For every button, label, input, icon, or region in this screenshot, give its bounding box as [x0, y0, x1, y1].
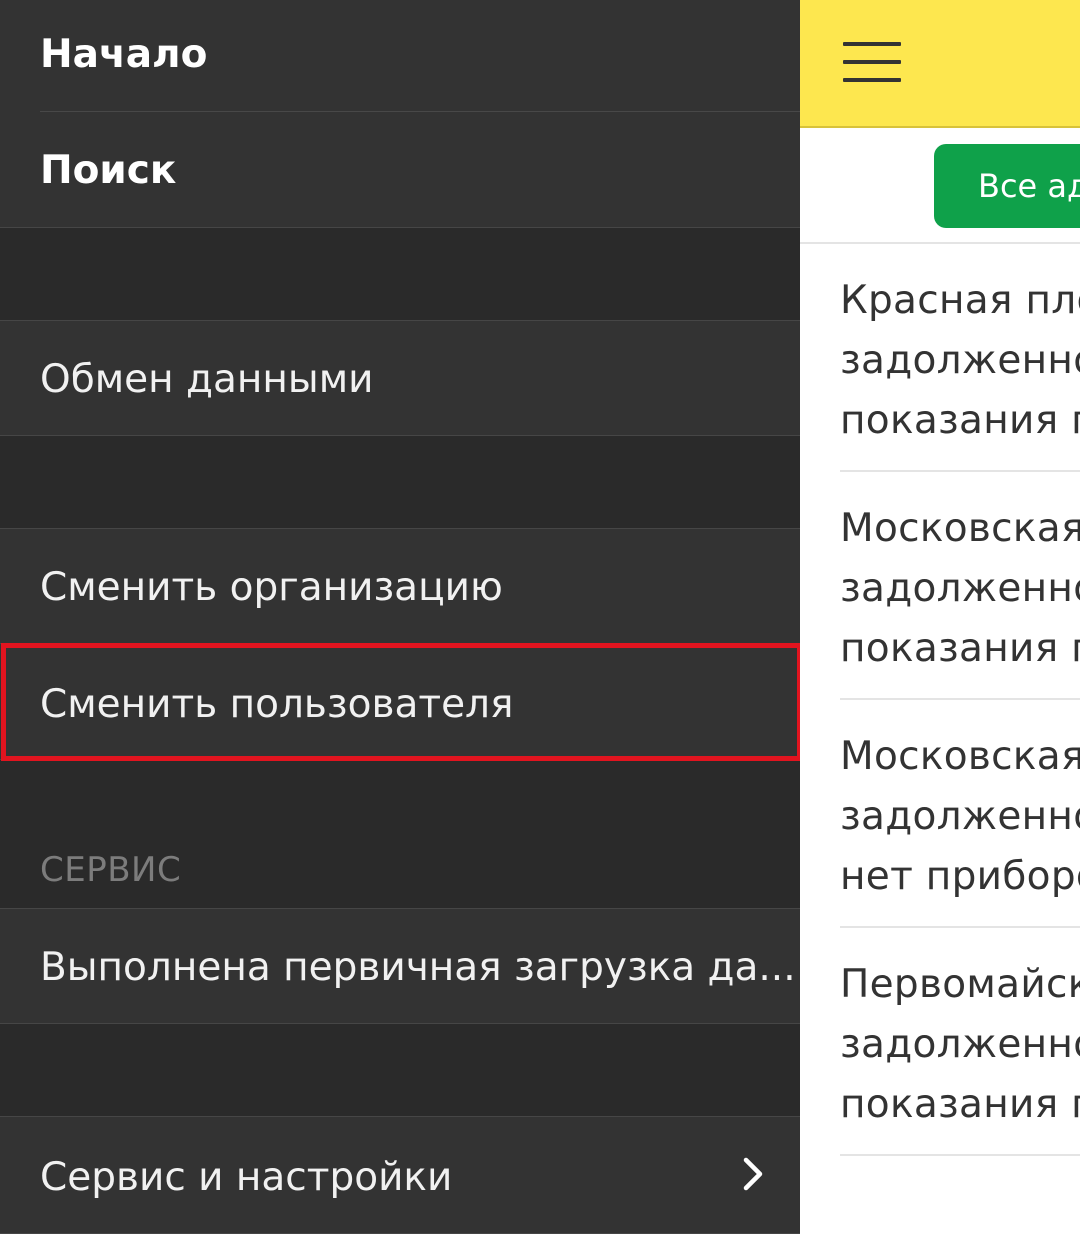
filter-bar: Все адреса [800, 128, 1080, 244]
menu-item-data-exchange[interactable]: Обмен данными [0, 320, 800, 436]
chevron-right-icon[interactable] [740, 1156, 768, 1192]
debt-line: задолженность [840, 338, 1080, 383]
top-bar [800, 0, 1080, 128]
menu-item-service-settings[interactable]: Сервис и настройки [0, 1116, 800, 1234]
spacer [0, 436, 800, 528]
spacer [0, 1024, 800, 1116]
address-line: Московская [840, 506, 1080, 551]
spacer [0, 228, 800, 320]
address-line: Московская [840, 734, 1080, 779]
address-line: Первомайская [840, 962, 1080, 1007]
debt-line: задолженность [840, 566, 1080, 611]
menu-item-change-organization[interactable]: Сменить организацию [0, 528, 800, 644]
menu-item-label: Поиск [40, 148, 177, 193]
address-line: Красная площадь [840, 278, 1080, 323]
all-addresses-button[interactable]: Все адреса [934, 144, 1080, 228]
list-item[interactable]: Первомайская задолженность показания п [840, 928, 1080, 1156]
readings-line: показания п [840, 1082, 1080, 1127]
menu-item-label: Обмен данными [40, 357, 374, 402]
menu-item-search[interactable]: Поиск [0, 112, 800, 228]
menu-item-start[interactable]: Начало [0, 0, 800, 112]
readings-line: нет приборов [840, 854, 1080, 899]
section-header-service: СЕРВИС [40, 850, 182, 890]
hamburger-icon[interactable] [843, 42, 901, 82]
menu-item-initial-load[interactable]: Выполнена первичная загрузка да... [0, 908, 800, 1024]
debt-line: задолженность [840, 794, 1080, 839]
menu-item-label: Сменить организацию [40, 565, 503, 610]
menu-item-label: Начало [40, 32, 208, 77]
readings-line: показания п [840, 398, 1080, 443]
list-item[interactable]: Московская задолженность нет приборов [840, 700, 1080, 928]
main-screen: Все адреса Красная площадь задолженность… [800, 0, 1080, 1234]
menu-item-change-user[interactable]: Сменить пользователя [0, 644, 800, 760]
menu-item-label: Выполнена первичная загрузка да... [40, 945, 796, 990]
navigation-drawer: Начало Поиск Обмен данными Сменить орган… [0, 0, 800, 1234]
list-item[interactable]: Красная площадь задолженность показания … [840, 244, 1080, 472]
menu-item-label: Сменить пользователя [40, 682, 514, 727]
debt-line: задолженность [840, 1022, 1080, 1067]
list-item[interactable]: Московская задолженность показания п [840, 472, 1080, 700]
readings-line: показания п [840, 626, 1080, 671]
menu-item-label: Сервис и настройки [40, 1155, 453, 1200]
